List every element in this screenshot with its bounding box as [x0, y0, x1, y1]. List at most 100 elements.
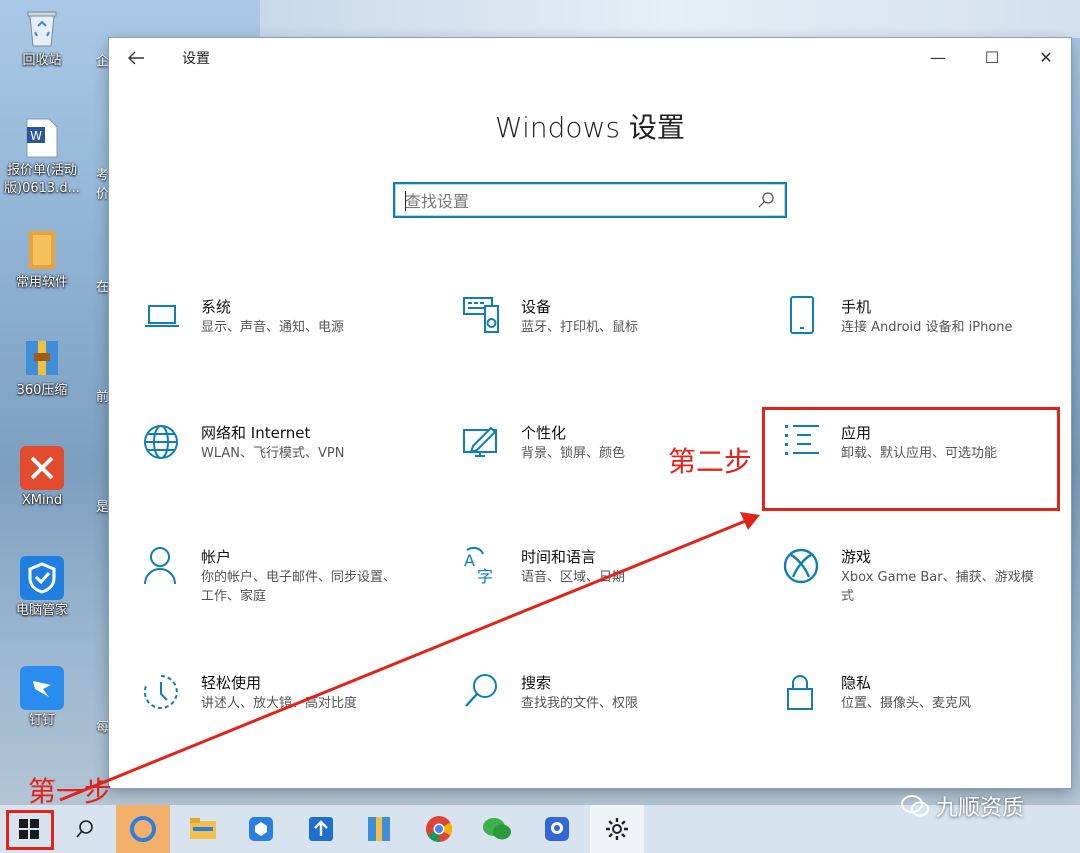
tile-title: 游戏 — [841, 548, 872, 566]
camera-app-icon — [545, 817, 569, 841]
tile-title: 设备 — [521, 298, 552, 316]
tile-ease-of-access[interactable]: 轻松使用 讲述人、放大镜、高对比度 — [143, 672, 433, 752]
tile-title: 轻松使用 — [201, 674, 262, 692]
maximize-icon: ☐ — [984, 48, 1000, 67]
desktop-icon-label: 360压缩 — [16, 383, 68, 398]
text-caret — [405, 191, 406, 211]
taskbar-app-3[interactable] — [352, 805, 406, 853]
desktop-icon-label: 钉钉 — [28, 713, 55, 728]
search-input[interactable] — [405, 190, 745, 212]
tile-description: 显示、声音、通知、电源 — [201, 320, 345, 335]
svg-text:字: 字 — [477, 567, 493, 586]
lock-icon — [787, 675, 813, 710]
xbox-icon — [783, 548, 819, 584]
title-bar: 设置 — ☐ ✕ — [109, 38, 1071, 78]
tile-title: 系统 — [201, 298, 232, 316]
app-icon — [249, 817, 273, 841]
apps-highlight-box — [762, 407, 1060, 511]
person-icon — [144, 547, 176, 585]
tile-phone[interactable]: 手机 连接 Android 设备和 iPhone — [783, 296, 1073, 376]
taskbar-app-browser[interactable] — [116, 805, 170, 853]
language-icon: A字 — [464, 546, 493, 586]
tile-system[interactable]: 系统 显示、声音、通知、电源 — [143, 296, 433, 376]
taskbar-app-4[interactable] — [530, 805, 584, 853]
desktop-icon-label: 回收站 — [22, 53, 62, 68]
maximize-button[interactable]: ☐ — [969, 44, 1015, 72]
tile-description: 蓝牙、打印机、鼠标 — [521, 320, 639, 335]
word-document-icon: W — [20, 116, 64, 160]
search-icon — [465, 674, 497, 707]
step-two-label: 第二步 — [668, 445, 753, 478]
desktop-icon-label: 报价单(活动 版)0613.d... — [4, 163, 80, 196]
tile-title: 网络和 Internet — [201, 424, 311, 442]
desktop-label-fragment: 在 — [96, 280, 110, 295]
tile-title: 个性化 — [521, 424, 567, 442]
page-title: Windows 设置 — [495, 111, 685, 144]
dingtalk-icon — [20, 666, 64, 710]
upload-app-icon — [309, 817, 333, 841]
tile-time-language[interactable]: A字 时间和语言 语音、区域、日期 — [463, 546, 753, 626]
tile-gaming[interactable]: 游戏 Xbox Game Bar、捕获、游戏模式 — [783, 546, 1073, 626]
archive-icon — [20, 336, 64, 380]
tile-description: 讲述人、放大镜、高对比度 — [201, 696, 358, 711]
desktop-background-strip — [260, 0, 1080, 38]
taskbar-app-wechat[interactable] — [470, 805, 524, 853]
folder-icon — [20, 228, 64, 272]
chrome-icon — [426, 816, 453, 843]
tile-description: WLAN、飞行模式、VPN — [201, 446, 345, 461]
desktop-label-fragment: 企 — [96, 54, 110, 69]
taskbar-search-button[interactable] — [58, 805, 112, 853]
step-one-label: 第一步 — [28, 775, 113, 808]
phone-icon — [790, 296, 814, 334]
tile-description: 位置、摄像头、麦克风 — [841, 696, 972, 711]
tile-title: 帐户 — [201, 548, 232, 566]
close-icon: ✕ — [1039, 48, 1053, 67]
taskbar-app-1[interactable] — [234, 805, 288, 853]
window-title: 设置 — [182, 51, 210, 67]
devices-icon — [463, 297, 499, 333]
desktop-icon-pc-manager[interactable]: 电脑管家 — [4, 556, 80, 620]
minimize-icon: — — [930, 48, 946, 67]
watermark: 九顺资质 — [900, 790, 1024, 822]
desktop-icon-label: 电脑管家 — [15, 603, 68, 618]
desktop-icon-recycle-bin[interactable]: 回收站 — [4, 6, 80, 70]
desktop-icon-label: 常用软件 — [15, 275, 68, 290]
svg-text:A: A — [464, 551, 475, 570]
tile-title: 搜索 — [521, 674, 552, 692]
desktop-label-fragment: 考 价 — [96, 168, 110, 202]
tile-description: 查找我的文件、权限 — [521, 696, 639, 711]
tile-description: 连接 Android 设备和 iPhone — [841, 320, 1013, 335]
tile-title: 手机 — [841, 298, 872, 316]
desktop-label-fragment: 每 — [96, 720, 110, 735]
laptop-icon — [145, 305, 179, 327]
tile-title: 时间和语言 — [521, 548, 597, 566]
archive-icon — [368, 817, 390, 841]
taskbar-app-chrome[interactable] — [412, 805, 466, 853]
settings-search-box[interactable] — [393, 182, 787, 218]
arrow-left-icon — [128, 51, 144, 65]
tile-devices[interactable]: 设备 蓝牙、打印机、鼠标 — [463, 296, 753, 376]
tile-privacy[interactable]: 隐私 位置、摄像头、麦克风 — [783, 672, 1073, 752]
desktop-icon-dingtalk[interactable]: 钉钉 — [4, 666, 80, 730]
tile-description: 语音、区域、日期 — [521, 570, 626, 585]
wechat-icon — [483, 818, 511, 840]
tile-title: 隐私 — [841, 674, 872, 692]
desktop-icon-quote-doc[interactable]: W 报价单(活动 版)0613.d... — [4, 116, 80, 198]
desktop-icon-xmind[interactable]: XMind — [4, 446, 80, 510]
tile-search[interactable]: 搜索 查找我的文件、权限 — [463, 672, 753, 752]
shield-icon — [20, 556, 64, 600]
taskbar-app-2[interactable] — [294, 805, 348, 853]
desktop-icon-common-software[interactable]: 常用软件 — [4, 228, 80, 292]
tile-accounts[interactable]: 帐户 你的帐户、电子邮件、同步设置、工作、家庭 — [143, 546, 433, 626]
minimize-button[interactable]: — — [915, 44, 961, 72]
desktop-icon-360zip[interactable]: 360压缩 — [4, 336, 80, 400]
tile-network[interactable]: 网络和 Internet WLAN、飞行模式、VPN — [143, 422, 433, 502]
taskbar-app-settings[interactable] — [590, 805, 644, 853]
start-highlight-box — [6, 810, 54, 850]
globe-icon — [144, 425, 178, 459]
desktop-icon-label: XMind — [21, 493, 63, 508]
file-explorer-icon — [190, 818, 216, 839]
back-button[interactable] — [123, 46, 149, 70]
taskbar-app-explorer[interactable] — [176, 805, 230, 853]
close-button[interactable]: ✕ — [1023, 44, 1069, 72]
